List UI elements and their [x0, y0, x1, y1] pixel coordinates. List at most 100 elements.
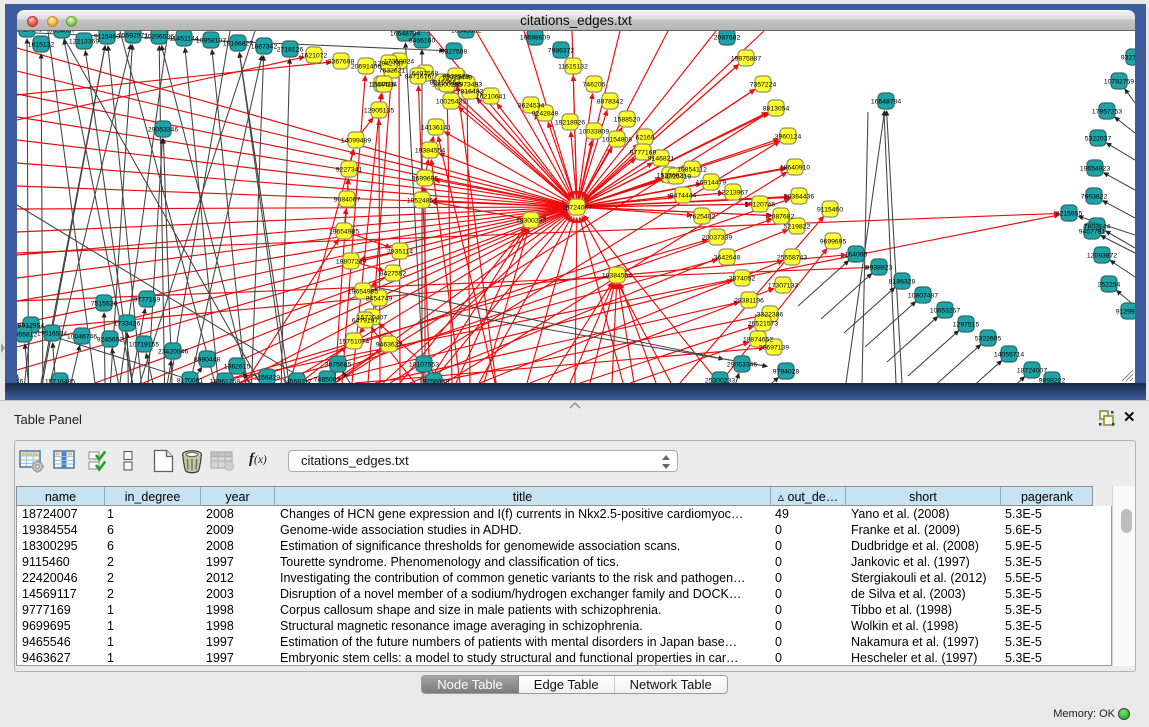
svg-text:1588520: 1588520: [614, 117, 641, 124]
svg-text:3874052: 3874052: [729, 276, 756, 283]
svg-text:8170061: 8170061: [177, 378, 204, 384]
svg-text:15751074: 15751074: [339, 339, 369, 346]
svg-text:10958107: 10958107: [196, 38, 226, 45]
svg-text:8990448: 8990448: [194, 357, 221, 364]
svg-text:11451144: 11451144: [169, 36, 198, 43]
svg-text:25558743: 25558743: [777, 255, 807, 262]
svg-text:2718126: 2718126: [277, 47, 304, 54]
svg-text:1867342: 1867342: [251, 44, 278, 51]
svg-text:14569117: 14569117: [282, 379, 312, 384]
svg-text:10854112: 10854112: [677, 167, 707, 174]
svg-text:7955812: 7955812: [17, 332, 37, 339]
svg-text:19218926: 19218926: [555, 120, 585, 127]
svg-text:8427552: 8427552: [380, 271, 407, 278]
svg-text:8912954: 8912954: [18, 323, 45, 330]
svg-text:9327508: 9327508: [441, 49, 468, 56]
svg-text:8471676: 8471676: [405, 74, 432, 81]
svg-text:19384554: 19384554: [415, 148, 445, 155]
svg-text:1156829: 1156829: [254, 375, 280, 382]
svg-text:7986372: 7986372: [548, 48, 575, 55]
svg-text:18724007: 18724007: [562, 205, 592, 212]
svg-text:12942737: 12942737: [374, 61, 404, 68]
svg-text:1362615: 1362615: [224, 364, 251, 371]
svg-text:164095: 164095: [845, 252, 868, 259]
svg-text:10719155: 10719155: [129, 342, 159, 349]
svg-text:1615132: 1615132: [28, 42, 55, 49]
svg-text:19524851: 19524851: [407, 198, 437, 205]
svg-text:9084067: 9084067: [334, 197, 361, 204]
svg-text:9115460: 9115460: [817, 207, 843, 214]
svg-text:9242848: 9242848: [532, 111, 559, 118]
svg-text:19654985: 19654985: [348, 289, 378, 296]
svg-text:15716485: 15716485: [45, 379, 75, 384]
svg-text:16648784: 16648784: [871, 99, 901, 106]
svg-text:3322386: 3322386: [757, 312, 784, 319]
svg-text:9474444: 9474444: [670, 193, 697, 200]
svg-text:1297515: 1297515: [953, 322, 980, 329]
svg-text:746206: 746206: [583, 82, 606, 89]
svg-text:16914479: 16914479: [696, 180, 726, 187]
svg-text:2935114: 2935114: [387, 249, 413, 256]
svg-text:9129966: 9129966: [1116, 309, 1135, 316]
svg-text:20037339: 20037339: [702, 235, 732, 242]
svg-text:19654985: 19654985: [329, 229, 359, 236]
svg-text:10120746: 10120746: [745, 202, 775, 209]
svg-text:9777169: 9777169: [134, 297, 161, 304]
svg-text:8813054: 8813054: [763, 106, 790, 113]
svg-text:1621072: 1621072: [301, 53, 328, 60]
svg-text:19756928: 19756928: [419, 379, 449, 384]
svg-text:9463627: 9463627: [376, 342, 403, 349]
svg-text:9227341: 9227341: [336, 167, 363, 174]
svg-text:10107553: 10107553: [409, 362, 439, 369]
svg-text:19654923: 19654923: [1080, 166, 1110, 173]
svg-text:10782759: 10782759: [1104, 79, 1134, 86]
svg-text:18807249: 18807249: [336, 259, 366, 266]
svg-text:10653267: 10653267: [930, 308, 960, 315]
svg-text:14055714: 14055714: [994, 352, 1024, 359]
svg-text:14136141: 14136141: [421, 125, 451, 132]
svg-text:7625402: 7625402: [689, 214, 716, 221]
svg-text:16543362: 16543362: [451, 31, 481, 35]
svg-text:8938923: 8938923: [866, 265, 893, 272]
svg-text:19384554: 19384554: [602, 273, 632, 280]
svg-text:8186328: 8186328: [889, 279, 916, 286]
svg-text:9146821: 9146821: [648, 156, 675, 163]
svg-text:25300233: 25300233: [516, 218, 546, 225]
svg-text:6479197: 6479197: [352, 318, 379, 325]
svg-text:16961758: 16961758: [210, 379, 240, 384]
svg-text:25300233: 25300233: [705, 378, 735, 384]
svg-text:9457791: 9457791: [1079, 229, 1106, 236]
svg-text:5322605: 5322605: [975, 336, 1002, 343]
svg-text:3642648: 3642648: [714, 255, 741, 262]
svg-text:2087682: 2087682: [768, 214, 795, 221]
svg-text:26697139: 26697139: [759, 345, 789, 352]
svg-text:7515526: 7515526: [91, 301, 118, 308]
svg-text:2367608: 2367608: [328, 59, 355, 66]
svg-text:28381196: 28381196: [734, 298, 764, 305]
svg-text:6466160: 6466160: [409, 38, 436, 45]
svg-text:29053346: 29053346: [148, 127, 178, 134]
svg-text:20364436: 20364436: [784, 194, 814, 201]
svg-text:9465546: 9465546: [17, 379, 23, 384]
svg-text:9699695: 9699695: [820, 239, 847, 246]
svg-text:10688609: 10688609: [520, 35, 550, 42]
svg-text:1167534: 1167534: [371, 82, 397, 89]
svg-text:7485003: 7485003: [314, 377, 341, 384]
svg-text:3624534: 3624534: [518, 103, 545, 110]
svg-text:12093872: 12093872: [1087, 253, 1117, 260]
svg-text:9898222: 9898222: [1039, 378, 1066, 384]
svg-text:19975887: 19975887: [731, 56, 761, 63]
svg-text:14099489: 14099489: [341, 138, 371, 145]
svg-text:19166827: 19166827: [223, 41, 253, 48]
svg-text:3675685: 3675685: [325, 362, 352, 369]
svg-text:17957253: 17957253: [1092, 109, 1122, 116]
svg-text:62160: 62160: [636, 135, 655, 142]
svg-text:5219822: 5219822: [784, 224, 811, 231]
svg-text:18640910: 18640910: [780, 165, 810, 172]
svg-text:8215955: 8215955: [1056, 211, 1083, 218]
svg-text:8938923: 8938923: [443, 74, 470, 81]
svg-text:10807487: 10807487: [908, 293, 938, 300]
svg-text:9115460: 9115460: [94, 34, 120, 41]
svg-text:9245652: 9245652: [97, 337, 124, 344]
svg-text:10154808: 10154808: [602, 137, 632, 144]
